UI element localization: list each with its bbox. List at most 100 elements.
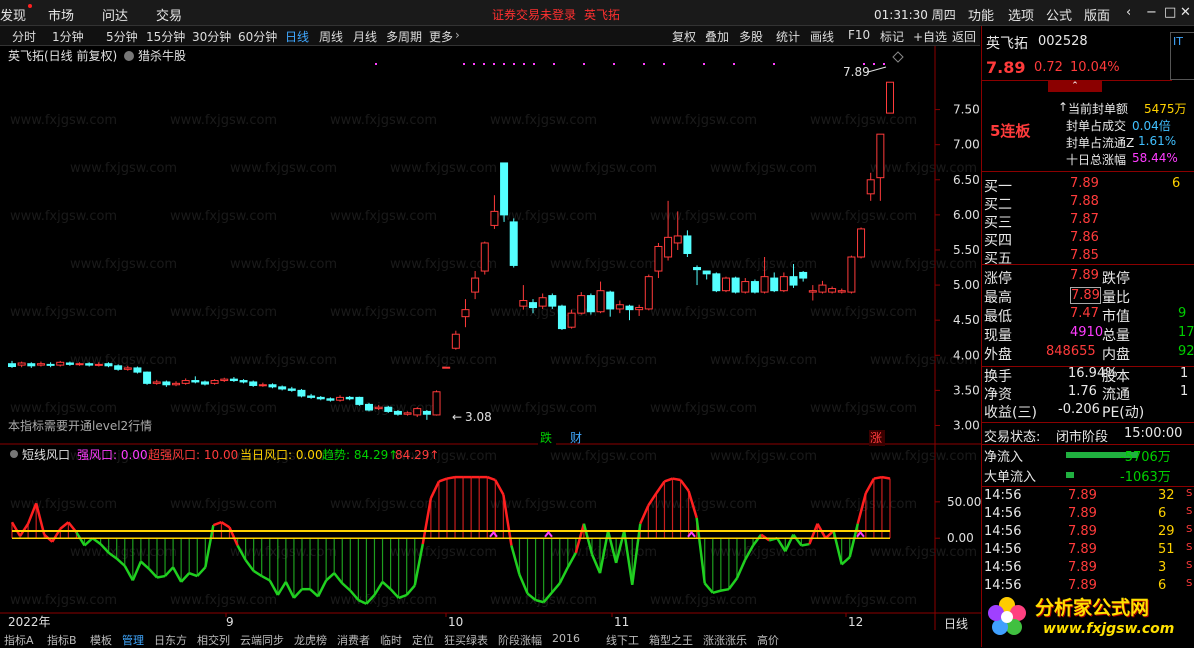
menu-trade[interactable]: 交易	[156, 5, 182, 24]
side-tab-it[interactable]: IT	[1170, 32, 1194, 80]
tab-period-week[interactable]: 周线	[319, 28, 343, 45]
indicator-tab[interactable]: 指标B	[47, 632, 77, 647]
x-label-sep: 9	[226, 615, 234, 629]
back-arrow-icon[interactable]: ‹	[1126, 5, 1131, 20]
stat-label: 外盘	[984, 347, 1012, 363]
candle-body	[200, 381, 209, 385]
period-label: 日线	[944, 617, 968, 630]
subchart-dropdown-icon[interactable]	[10, 450, 18, 458]
chevron-right-icon[interactable]: ›	[455, 28, 460, 42]
signal-dot	[523, 63, 525, 65]
minimize-icon[interactable]: −	[1146, 5, 1157, 20]
seal-label-2: 封单占流通Z	[1066, 136, 1135, 150]
indicator-tab[interactable]: 消费者	[337, 632, 370, 647]
tab-period-day[interactable]: 日线	[285, 28, 309, 45]
indicator-dropdown-icon[interactable]	[124, 51, 134, 61]
tick-side-icon: S	[1186, 506, 1193, 517]
menu-options[interactable]: 选项	[1008, 5, 1034, 24]
candle-body	[857, 228, 866, 258]
signal-dot	[473, 63, 475, 65]
legend-trend: 趋势: 84.29↑	[322, 448, 398, 462]
tool-add-watchlist[interactable]: +自选	[913, 28, 947, 45]
indicator-tab[interactable]: 临时	[380, 632, 402, 647]
menu-discover[interactable]: 发现	[0, 5, 26, 24]
indicator-tab[interactable]: 日东方	[154, 632, 187, 647]
period-toolbar: 分时 1分钟 5分钟 15分钟 30分钟 60分钟 日线 周线 月线 多周期 更…	[0, 26, 980, 46]
tool-stats[interactable]: 统计	[776, 28, 800, 45]
tab-period-fenshi[interactable]: 分时	[12, 28, 36, 45]
high-price-label: 7.89	[843, 65, 870, 79]
maximize-icon[interactable]: □	[1164, 5, 1176, 20]
tool-multi-stock[interactable]: 多股	[739, 28, 763, 45]
menu-wenda[interactable]: 问达	[102, 5, 128, 24]
menu-function[interactable]: 功能	[968, 5, 994, 24]
signal-dot	[773, 63, 775, 65]
tool-adjust[interactable]: 复权	[672, 28, 696, 45]
site-logo: 分析家公式网 www.fxjgsw.com	[985, 587, 1191, 645]
legend-strong-wind: 强风口: 0.00	[77, 448, 148, 462]
kline-chart[interactable]: www.fxjgsw.com www.fxjgsw.com www.fxjgsw.c…	[0, 46, 981, 630]
price-axis-label: 3.50	[953, 383, 980, 397]
indicator-tab[interactable]: 定位	[412, 632, 434, 647]
indicator-tab[interactable]: 阶段涨幅	[498, 632, 542, 647]
tab-period-month[interactable]: 月线	[353, 28, 377, 45]
tab-period-30min[interactable]: 30分钟	[192, 28, 231, 45]
indicator-tab[interactable]: 箱型之王	[649, 632, 693, 647]
tab-period-1min[interactable]: 1分钟	[52, 28, 84, 45]
tab-period-multi[interactable]: 多周期	[386, 28, 422, 45]
tick-time: 14:56	[984, 506, 1022, 521]
collapse-icon[interactable]: ⌃	[1048, 80, 1102, 92]
candle-body	[721, 277, 730, 292]
indicator-tab[interactable]: 龙虎榜	[294, 632, 327, 647]
bid-price: 7.89	[1070, 176, 1099, 191]
indicator-tab[interactable]: 指标A	[4, 632, 34, 647]
candle-body	[731, 277, 740, 293]
candle-body	[635, 307, 644, 311]
tool-f10[interactable]: F10	[848, 28, 870, 42]
indicator-tab[interactable]: 狂买绿表	[444, 632, 488, 647]
indicator-tab[interactable]: 线下工	[606, 632, 639, 647]
stat-label-right: 跌停	[1102, 271, 1130, 287]
fund-value: -0.206	[1058, 402, 1100, 417]
sub-axis-label: 50.00	[947, 495, 981, 509]
indicator-tab[interactable]: 涨涨涨乐	[703, 632, 747, 647]
watermark-text: www.fxjgsw.com	[330, 209, 437, 224]
chart-background	[0, 46, 981, 630]
tab-period-60min[interactable]: 60分钟	[238, 28, 277, 45]
indicator-tab[interactable]: 高价	[757, 632, 779, 647]
tool-overlay[interactable]: 叠加	[705, 28, 729, 45]
legend-trend-red: 84.29↑	[395, 448, 439, 462]
candle-body	[538, 297, 547, 307]
subchart-title: 短线风口	[22, 448, 70, 462]
close-icon[interactable]: ✕	[1180, 5, 1191, 20]
indicator-tab[interactable]: 模板	[90, 632, 112, 647]
menu-market[interactable]: 市场	[48, 5, 74, 24]
candle-body	[557, 305, 566, 330]
tool-mark[interactable]: 标记	[880, 28, 904, 45]
candle-body	[336, 396, 345, 401]
candle-body	[712, 273, 721, 292]
indicator-name[interactable]: 猎杀牛股	[138, 48, 186, 63]
indicator-tab[interactable]: 相交列	[197, 632, 230, 647]
watermark-text: www.fxjgsw.com	[710, 545, 817, 560]
indicator-tab-bar: 指标A 指标B 模板 管理 日东方 相交列 云端同步 龙虎榜 消费者 临时 定位 狂买绿表 阶段涨幅 20…	[0, 630, 940, 647]
tab-period-5min[interactable]: 5分钟	[106, 28, 138, 45]
tick-volume: 3	[1158, 560, 1167, 575]
net-inflow-label: 净流入	[984, 450, 1024, 465]
watermark-text: www.fxjgsw.com	[70, 257, 177, 272]
indicator-tab[interactable]: 管理	[122, 632, 144, 647]
menu-formula[interactable]: 公式	[1046, 5, 1072, 24]
indicator-tab[interactable]: 云端同步	[240, 632, 284, 647]
indicator-tab[interactable]: 2016	[552, 632, 580, 645]
tool-draw-line[interactable]: 画线	[810, 28, 834, 45]
candle-body	[17, 362, 26, 366]
menu-layout[interactable]: 版面	[1084, 5, 1110, 24]
signal-dot	[463, 63, 465, 65]
level2-note: 本指标需要开通level2行情	[8, 418, 152, 433]
limit-up-streak-badge: 5连板	[990, 122, 1031, 140]
seal-value-2: 1.61%	[1138, 134, 1177, 148]
login-status-notice[interactable]: 证券交易未登录	[492, 6, 576, 23]
tab-period-more[interactable]: 更多	[429, 28, 453, 45]
tool-back[interactable]: 返回	[952, 28, 976, 45]
tab-period-15min[interactable]: 15分钟	[146, 28, 185, 45]
